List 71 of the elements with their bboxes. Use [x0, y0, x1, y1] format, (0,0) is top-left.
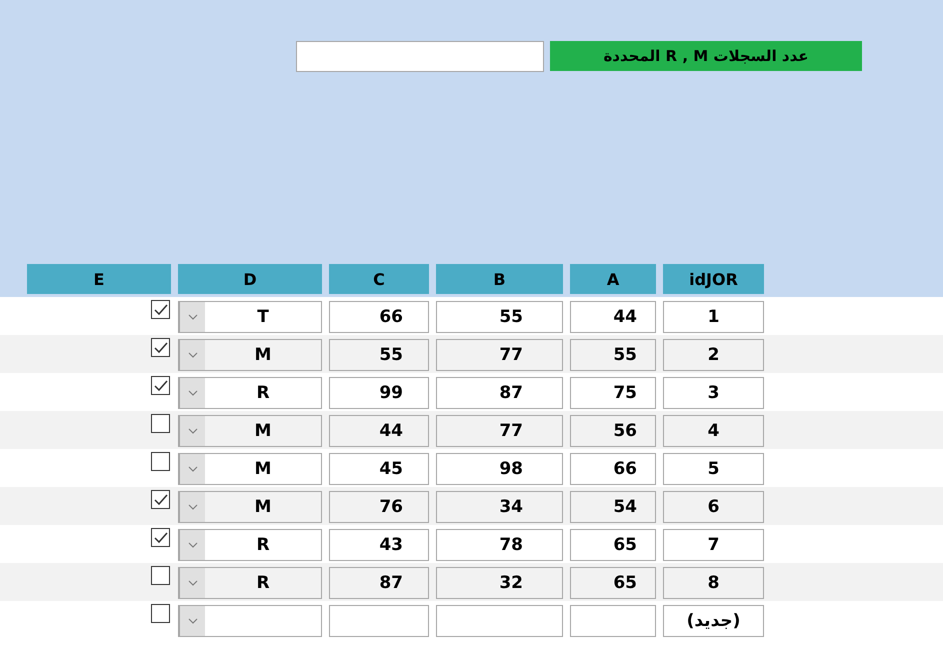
- record-count-label: عدد السجلات R , M المحددة: [550, 41, 862, 71]
- dropdown-field[interactable]: R: [178, 377, 322, 409]
- column-header: E: [27, 264, 171, 294]
- table-cell[interactable]: 78: [436, 529, 563, 561]
- table-cell[interactable]: 55: [329, 339, 429, 371]
- table-cell[interactable]: 55: [570, 339, 656, 371]
- checkbox[interactable]: [151, 376, 170, 395]
- table-cell[interactable]: 44: [570, 301, 656, 333]
- caret-icon: [188, 352, 198, 358]
- id-cell[interactable]: 6: [663, 491, 764, 523]
- caret-icon: [188, 618, 198, 624]
- checkbox[interactable]: [151, 566, 170, 585]
- id-cell[interactable]: 2: [663, 339, 764, 371]
- table-cell[interactable]: 32: [436, 567, 563, 599]
- caret-icon: [188, 542, 198, 548]
- dropdown-field[interactable]: M: [178, 415, 322, 447]
- table-cell[interactable]: 65: [570, 567, 656, 599]
- id-cell[interactable]: 3: [663, 377, 764, 409]
- dropdown-field[interactable]: R: [178, 529, 322, 561]
- column-header: C: [329, 264, 429, 294]
- table-cell[interactable]: 44: [329, 415, 429, 447]
- caret-icon: [188, 580, 198, 586]
- checkbox[interactable]: [151, 528, 170, 547]
- table-cell[interactable]: 66: [570, 453, 656, 485]
- record-count-field[interactable]: [296, 41, 544, 72]
- caret-icon: [188, 314, 198, 320]
- table-cell[interactable]: 98: [436, 453, 563, 485]
- id-cell[interactable]: 5: [663, 453, 764, 485]
- caret-icon: [188, 466, 198, 472]
- table-cell[interactable]: 99: [329, 377, 429, 409]
- dropdown-field[interactable]: [178, 605, 322, 637]
- dropdown-field[interactable]: M: [178, 491, 322, 523]
- checkbox[interactable]: [151, 338, 170, 357]
- table-cell[interactable]: 87: [436, 377, 563, 409]
- checkbox[interactable]: [151, 490, 170, 509]
- checkbox[interactable]: [151, 452, 170, 471]
- table-cell[interactable]: 55: [436, 301, 563, 333]
- table-cell[interactable]: 43: [329, 529, 429, 561]
- table-cell[interactable]: [436, 605, 563, 637]
- table-cell[interactable]: 56: [570, 415, 656, 447]
- checkbox[interactable]: [151, 300, 170, 319]
- table-cell[interactable]: 66: [329, 301, 429, 333]
- dropdown-field[interactable]: R: [178, 567, 322, 599]
- dropdown-field[interactable]: M: [178, 339, 322, 371]
- table-cell[interactable]: 77: [436, 415, 563, 447]
- id-cell[interactable]: 8: [663, 567, 764, 599]
- table-cell[interactable]: 65: [570, 529, 656, 561]
- column-header: A: [570, 264, 656, 294]
- table-cell[interactable]: 54: [570, 491, 656, 523]
- caret-icon: [188, 390, 198, 396]
- caret-icon: [188, 504, 198, 510]
- table-cell[interactable]: [570, 605, 656, 637]
- table-cell[interactable]: 45: [329, 453, 429, 485]
- checkbox[interactable]: [151, 604, 170, 623]
- id-cell[interactable]: 4: [663, 415, 764, 447]
- caret-icon: [188, 428, 198, 434]
- column-header: idJOR: [663, 264, 764, 294]
- table-cell[interactable]: 34: [436, 491, 563, 523]
- dropdown-field[interactable]: T: [178, 301, 322, 333]
- id-cell[interactable]: (جديد): [663, 605, 764, 637]
- id-cell[interactable]: 7: [663, 529, 764, 561]
- dropdown-field[interactable]: M: [178, 453, 322, 485]
- table-cell[interactable]: 75: [570, 377, 656, 409]
- column-header: B: [436, 264, 563, 294]
- table-cell[interactable]: [329, 605, 429, 637]
- checkbox[interactable]: [151, 414, 170, 433]
- column-header: D: [178, 264, 322, 294]
- table-cell[interactable]: 77: [436, 339, 563, 371]
- table-cell[interactable]: 76: [329, 491, 429, 523]
- table-cell[interactable]: 87: [329, 567, 429, 599]
- id-cell[interactable]: 1: [663, 301, 764, 333]
